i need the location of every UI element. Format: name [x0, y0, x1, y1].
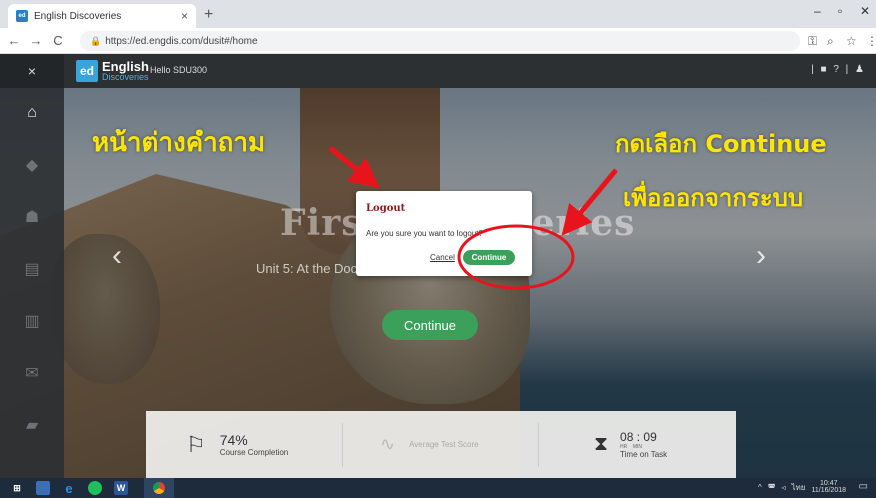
book-icon: ▰ — [25, 417, 39, 434]
logo-subtitle: Discoveries — [102, 72, 149, 82]
top-right-icons[interactable]: | ■ ? | ♟ — [811, 64, 866, 75]
lock-icon: 🔒 — [90, 35, 102, 46]
tray-arrow-icon[interactable]: ^ — [758, 483, 762, 492]
bookmark-star-icon[interactable]: ☆ — [846, 34, 857, 48]
cancel-button[interactable]: Cancel — [430, 253, 455, 262]
app-area: × ed English Discoveries Hello SDU300 | … — [0, 54, 876, 478]
time-on-task-label: Time on Task — [620, 450, 668, 459]
stats-bar: ⚐ 74% Course Completion ∿ Average Test S… — [146, 411, 736, 478]
clock[interactable]: 10:47 11/16/2018 — [811, 480, 846, 494]
maximize-button[interactable]: ▫ — [838, 4, 842, 18]
file-explorer-icon[interactable] — [36, 481, 50, 495]
app-sidebar: ⌂ ◆ ☗ ▤ ▥ ✉ ▰ — [0, 88, 64, 478]
address-bar-row: ← → C 🔒 https://ed.engdis.com/dusit#/hom… — [0, 28, 876, 54]
forward-icon[interactable]: → — [28, 33, 44, 48]
course-completion-value: 74% — [219, 432, 248, 448]
url-text: https://ed.engdis.com/dusit#/home — [105, 35, 258, 47]
browser-tabstrip: ed English Discoveries × + – ▫ ✕ — [0, 0, 876, 28]
user-greeting: Hello SDU300 — [150, 65, 208, 75]
zoom-icon[interactable]: ⌕ — [827, 34, 834, 49]
screenshot-root: ed English Discoveries × + – ▫ ✕ ← → C 🔒… — [0, 0, 876, 498]
clock-date: 11/16/2018 — [811, 487, 846, 494]
average-test-score-stat: ∿ Average Test Score — [380, 411, 479, 478]
envelope-icon: ✉ — [25, 365, 39, 382]
sidebar-item-assignments[interactable]: ▤ — [0, 244, 64, 294]
prev-arrow-icon[interactable]: ‹ — [112, 239, 122, 273]
volume-icon[interactable]: ◃ — [781, 483, 785, 492]
english-discoveries-logo: ed English Discoveries — [76, 60, 149, 82]
ed-favicon-icon: ed — [16, 10, 28, 22]
clipboard-icon: ▤ — [24, 261, 40, 278]
course-completion-label: Course Completion — [219, 448, 289, 457]
word-app-icon[interactable]: W — [114, 481, 128, 495]
continue-button[interactable]: Continue — [463, 250, 515, 265]
back-icon[interactable]: ← — [6, 33, 22, 48]
stats-divider — [342, 423, 343, 467]
sidebar-close-button[interactable]: × — [0, 54, 64, 88]
logout-dialog: Logout Are you sure you want to logout? … — [356, 191, 532, 276]
course-completion-stat: ⚐ 74% Course Completion — [186, 411, 288, 478]
flag-icon: ⚐ — [186, 431, 206, 457]
key-icon[interactable]: ⚿ — [808, 34, 817, 49]
next-arrow-icon[interactable]: › — [756, 239, 766, 273]
annotation-instruction-line1: กดเลือก Continue — [615, 130, 827, 158]
network-icon[interactable]: ◚ — [768, 483, 776, 492]
time-value: 08 : 09 — [620, 430, 657, 444]
reload-icon[interactable]: C — [50, 33, 66, 48]
ed-logo-badge: ed — [76, 60, 98, 82]
hero-continue-button[interactable]: Continue — [382, 310, 478, 340]
chrome-app-icon[interactable] — [144, 478, 174, 498]
graduation-cap-icon: ◆ — [25, 157, 39, 174]
url-field[interactable]: 🔒 https://ed.engdis.com/dusit#/home — [80, 31, 800, 51]
sidebar-item-home[interactable]: ⌂ — [0, 88, 64, 138]
minimize-button[interactable]: – — [814, 4, 821, 18]
sidebar-item-courses[interactable]: ◆ — [0, 140, 64, 190]
stats-divider — [538, 423, 539, 467]
sidebar-item-community[interactable]: ☗ — [0, 192, 64, 242]
progress-icon: ▥ — [24, 313, 40, 330]
annotation-dialog-label: หน้าต่างคำถาม — [92, 128, 266, 158]
system-tray: ^ ◚ ◃ ไทย 10:47 11/16/2018 — [758, 480, 846, 494]
notifications-icon[interactable]: ▭ — [859, 481, 868, 492]
group-icon: ☗ — [24, 209, 40, 226]
app-topbar: × ed English Discoveries Hello SDU300 | … — [0, 54, 876, 88]
annotation-instruction-line2: เพื่อออกจากระบบ — [623, 184, 804, 212]
logout-dialog-title: Logout — [366, 203, 406, 214]
line-app-icon[interactable] — [88, 481, 102, 495]
edge-browser-icon[interactable]: e — [62, 481, 76, 496]
new-tab-button[interactable]: + — [204, 6, 213, 24]
average-test-score-label: Average Test Score — [409, 440, 479, 449]
heartbeat-icon: ∿ — [380, 434, 396, 454]
menu-dots-icon[interactable]: ⋮ — [866, 34, 876, 48]
sidebar-item-progress[interactable]: ▥ — [0, 296, 64, 346]
browser-tab[interactable]: ed English Discoveries × — [8, 4, 196, 28]
time-on-task-stat: ⧗ 08 : 09 HR MIN Time on Task — [594, 411, 667, 478]
home-icon: ⌂ — [27, 104, 37, 121]
tab-close-icon[interactable]: × — [181, 9, 188, 23]
tab-title: English Discoveries — [34, 10, 122, 22]
logo-text: English Discoveries — [102, 60, 149, 82]
logout-dialog-message: Are you sure you want to logout? — [366, 229, 483, 238]
windows-taskbar: ⊞ e W ^ ◚ ◃ ไทย 10:47 11/16/2018 ▭ — [0, 478, 876, 498]
clock-time: 10:47 — [819, 480, 838, 487]
sidebar-item-library[interactable]: ▰ — [0, 400, 64, 450]
windows-start-icon[interactable]: ⊞ — [10, 481, 24, 495]
sidebar-item-messages[interactable]: ✉ — [0, 348, 64, 398]
hourglass-icon: ⧗ — [594, 433, 609, 455]
close-window-button[interactable]: ✕ — [860, 4, 870, 18]
input-language[interactable]: ไทย — [792, 481, 806, 494]
